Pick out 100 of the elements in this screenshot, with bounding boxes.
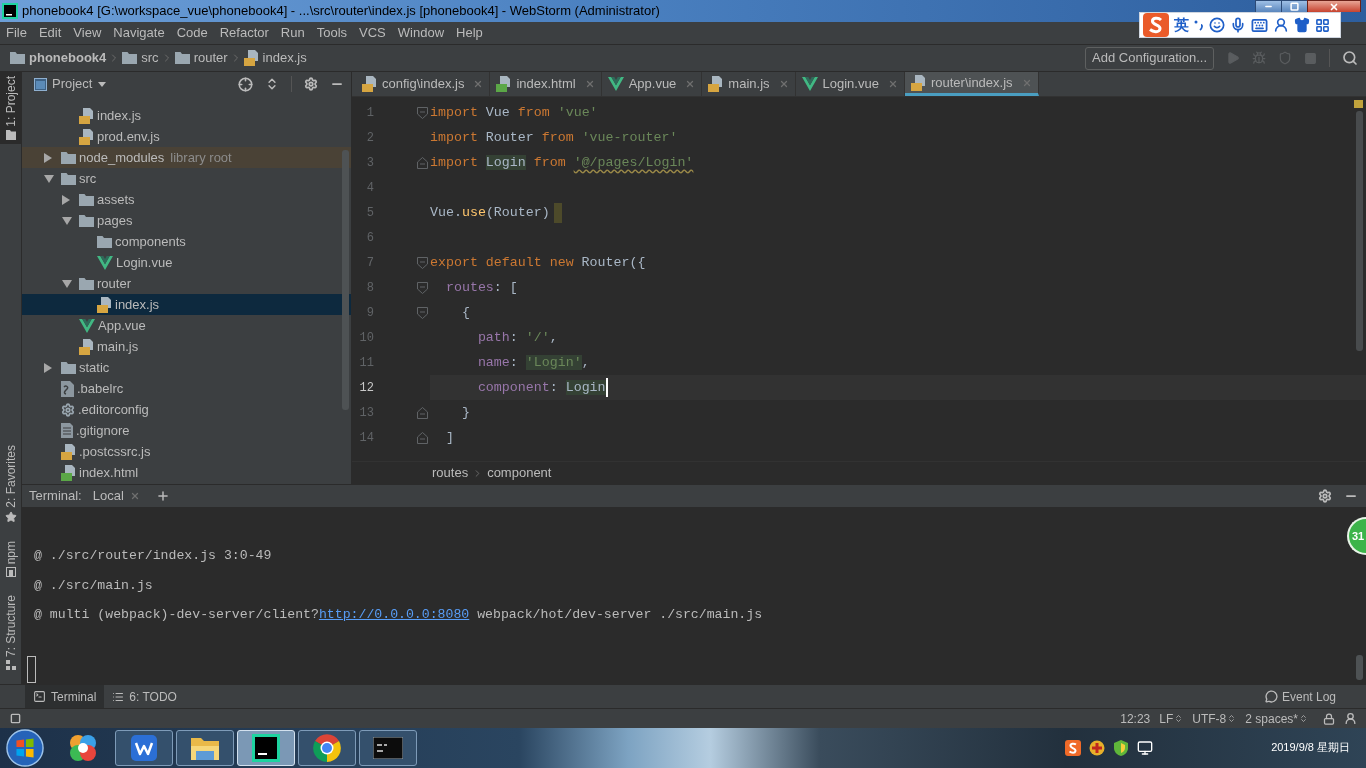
grid-icon[interactable] [1315, 17, 1330, 33]
panel-toggle-icon[interactable] [10, 713, 21, 724]
scrollbar[interactable] [1356, 655, 1363, 680]
line-number: 13 [358, 404, 374, 422]
smiley-icon[interactable] [1209, 17, 1225, 33]
tree-item[interactable]: assets [22, 189, 351, 210]
breadcrumb-item[interactable]: src [122, 45, 159, 71]
breadcrumb-item[interactable]: router [174, 45, 228, 71]
shirt-icon[interactable] [1294, 17, 1310, 33]
tree-item[interactable]: src [22, 168, 351, 189]
menu-item[interactable]: Window [391, 22, 451, 44]
updown-icon [1174, 714, 1184, 723]
user-icon[interactable] [1273, 17, 1289, 33]
tree-item[interactable]: components [22, 231, 351, 252]
taskbar-button[interactable] [176, 730, 234, 766]
menu-item[interactable]: Help [450, 22, 489, 44]
ime-logo-icon[interactable] [1065, 740, 1082, 756]
indent-selector[interactable]: 2 spaces* [1245, 709, 1308, 728]
cursor-position[interactable]: 12:23 [1120, 709, 1151, 728]
settings-icon[interactable] [1318, 489, 1332, 503]
editor-tab[interactable]: main.js [702, 72, 796, 96]
tool-window-tab[interactable]: 1: Project [0, 72, 21, 144]
taskbar-button[interactable] [359, 730, 417, 766]
menu-item[interactable]: Refactor [213, 22, 275, 44]
tree-item[interactable]: main.js [22, 336, 351, 357]
structure-icon [5, 660, 16, 670]
collapse-icon[interactable] [265, 77, 279, 91]
plus-icon[interactable] [155, 489, 170, 503]
menu-item[interactable]: VCS [353, 22, 392, 44]
run-configuration-button[interactable]: Add Configuration... [1085, 46, 1214, 70]
tree-item[interactable]: prod.env.js [22, 126, 351, 147]
menu-item[interactable]: View [67, 22, 108, 44]
tool-window-tab[interactable]: 7: Structure [0, 592, 21, 672]
breadcrumb-item[interactable]: phonebook4 [10, 45, 107, 71]
taskbar-button[interactable] [298, 730, 356, 766]
start-orb-icon[interactable] [6, 729, 44, 767]
editor-tab[interactable]: config\index.js [356, 72, 491, 96]
close-button[interactable] [1307, 0, 1361, 12]
settings-icon[interactable] [304, 77, 318, 91]
menu-item[interactable]: Code [170, 22, 214, 44]
crosshair-icon[interactable] [238, 76, 253, 92]
tree-item[interactable]: pages [22, 210, 351, 231]
caret-down-icon[interactable] [62, 279, 72, 288]
scrollbar[interactable] [342, 150, 349, 410]
tool-window-tab[interactable]: npm [0, 538, 21, 579]
menu-item[interactable]: Navigate [107, 22, 171, 44]
editor-tab[interactable]: router\index.js [904, 72, 1039, 96]
microphone-icon[interactable] [1230, 17, 1246, 33]
tree-item[interactable]: index.html [22, 462, 351, 483]
encoding-selector[interactable]: UTF-8 [1192, 709, 1237, 728]
taskbar-button[interactable] [115, 730, 173, 766]
terminal-session-tab[interactable]: Local [88, 485, 144, 507]
shield-icon[interactable] [1113, 740, 1130, 756]
tray-app-icon[interactable] [1089, 740, 1106, 756]
editor-tab[interactable]: Login.vue [795, 72, 905, 96]
network-icon[interactable] [1137, 740, 1154, 756]
tree-item[interactable]: .babelrc [22, 378, 351, 399]
menu-item[interactable]: Tools [310, 22, 354, 44]
updown-icon [1227, 714, 1237, 723]
tree-item[interactable]: App.vue [22, 315, 351, 336]
person-icon[interactable] [1344, 712, 1357, 725]
caret-right-icon[interactable] [62, 194, 70, 205]
url-link[interactable]: http://0.0.0.0:8080 [318, 607, 470, 622]
tree-item[interactable]: .editorconfig [22, 399, 351, 420]
editor-tab[interactable]: App.vue [601, 72, 703, 96]
caret-down-icon[interactable] [62, 216, 72, 225]
scrollbar[interactable] [1356, 111, 1363, 351]
tree-item[interactable]: Login.vue [22, 252, 351, 273]
tree-item[interactable]: .gitignore [22, 420, 351, 441]
lock-icon[interactable] [1323, 712, 1335, 725]
tree-item[interactable]: node_modules library root [22, 147, 351, 168]
minimize-button[interactable] [1255, 0, 1282, 12]
punctuation-icon[interactable] [1194, 19, 1204, 31]
menu-item[interactable]: File [0, 22, 33, 44]
caret-right-icon[interactable] [44, 362, 52, 373]
menu-item[interactable]: Edit [32, 22, 68, 44]
keyboard-icon[interactable] [1251, 16, 1268, 34]
caret-right-icon[interactable] [44, 152, 52, 163]
tool-window-tab[interactable]: 6: TODO [104, 685, 185, 708]
editor-tab[interactable]: index.html [490, 72, 602, 96]
folder-icon [190, 735, 220, 761]
input-mode[interactable]: 英 [1174, 13, 1189, 37]
breadcrumb-item[interactable]: index.js [243, 45, 307, 71]
tool-window-tab[interactable]: Terminal [25, 685, 105, 708]
maximize-button[interactable] [1282, 0, 1307, 12]
event-log-button[interactable]: Event Log [1264, 687, 1336, 706]
line-number: 10 [358, 329, 374, 347]
tree-item[interactable]: index.js [22, 294, 351, 315]
tree-item[interactable]: router [22, 273, 351, 294]
tree-item[interactable]: index.js [22, 105, 351, 126]
search-icon[interactable] [1342, 50, 1358, 66]
project-view-dropdown[interactable]: Project [52, 74, 107, 94]
menu-item[interactable]: Run [274, 22, 311, 44]
caret-down-icon[interactable] [44, 174, 54, 183]
breadcrumb-item[interactable]: component [487, 463, 552, 483]
line-separator-selector[interactable]: LF [1159, 709, 1184, 728]
breadcrumb-item[interactable]: routes [432, 463, 469, 483]
tool-window-tab[interactable]: 2: Favorites [0, 442, 21, 525]
tree-item[interactable]: static [22, 357, 351, 378]
tree-item[interactable]: .postcssrc.js [22, 441, 351, 462]
